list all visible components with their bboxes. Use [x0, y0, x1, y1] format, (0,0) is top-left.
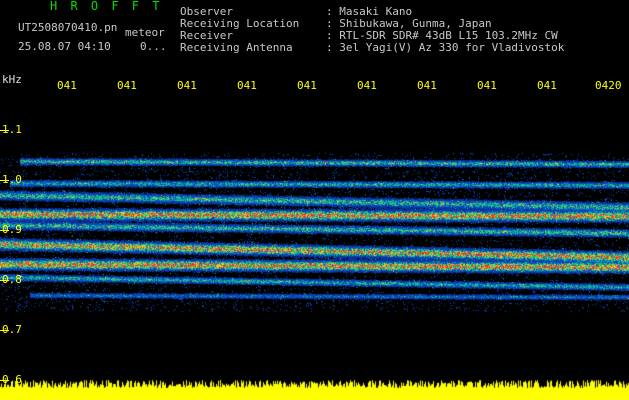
time-tick: 041: [57, 79, 77, 92]
frequency-unit: kHz: [2, 73, 22, 86]
info-label: Receiving Antenna: [180, 41, 293, 54]
time-tick: 041: [297, 79, 317, 92]
time-tick: 041: [237, 79, 257, 92]
time-tick: 0420: [595, 79, 622, 92]
count-label: 0...: [140, 40, 167, 53]
time-tick: 041: [177, 79, 197, 92]
time-tick: 041: [357, 79, 377, 92]
spectrogram-canvas: [0, 97, 629, 400]
event-label: meteor: [125, 26, 165, 39]
frequency-tick-mark: [0, 280, 9, 281]
frequency-tick-mark: [0, 230, 9, 231]
time-tick: 041: [417, 79, 437, 92]
time-tick: 041: [537, 79, 557, 92]
datetime-label: 25.08.07 04:10: [18, 40, 111, 53]
time-tick: 041: [117, 79, 137, 92]
app-title: H R O F F T: [50, 0, 163, 13]
time-tick: 041: [477, 79, 497, 92]
info-value: : 3el Yagi(V) Az 330 for Vladivostok: [326, 41, 565, 54]
frequency-tick-mark: [0, 330, 9, 331]
file-name: UT2508070410.pn: [18, 21, 118, 34]
frequency-tick-mark: [0, 380, 9, 381]
frequency-tick-mark: [0, 130, 9, 131]
frequency-tick-mark: [0, 180, 9, 181]
